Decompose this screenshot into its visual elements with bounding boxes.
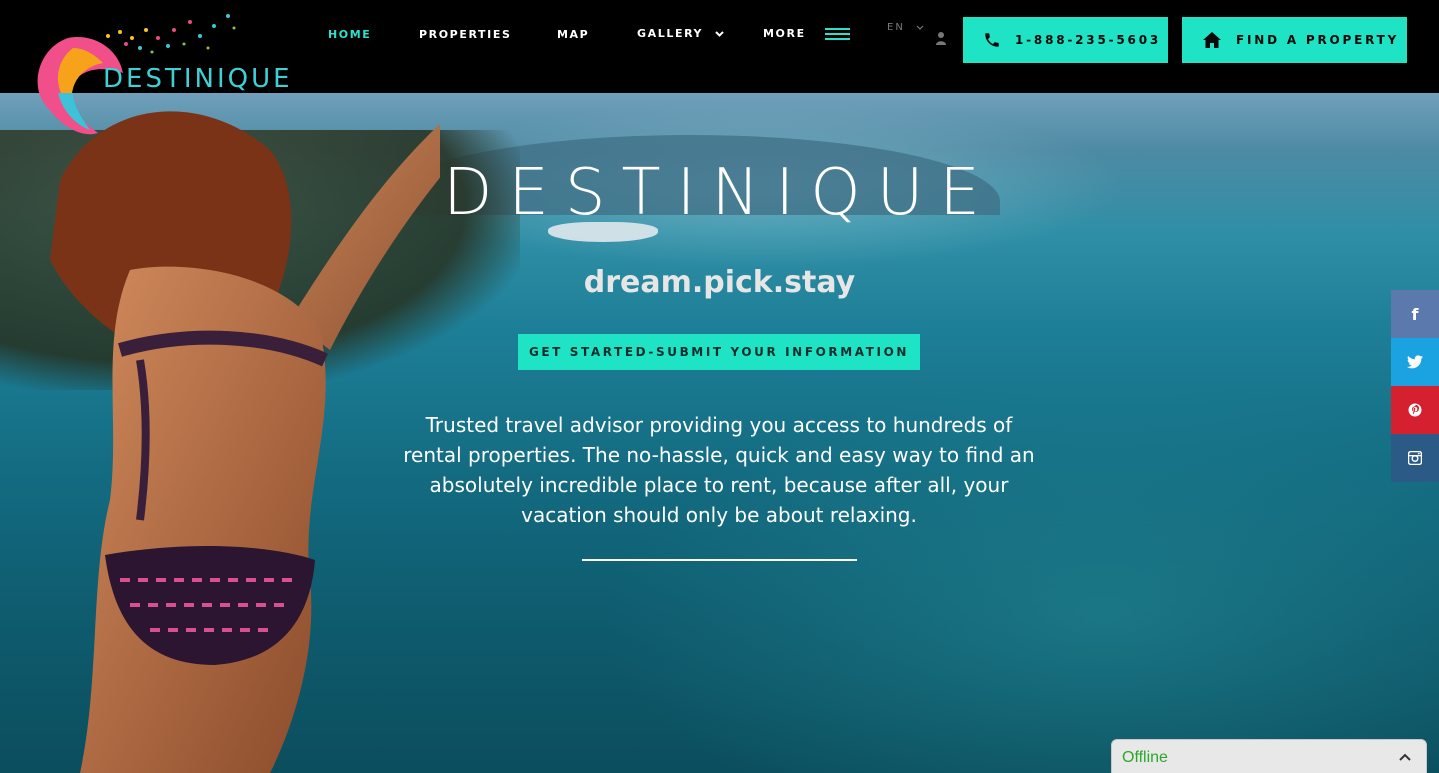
chevron-up-icon[interactable]	[1398, 750, 1412, 764]
chat-widget[interactable]: Offline	[1111, 739, 1427, 773]
top-navigation-bar: DESTINIQUE HOME PROPERTIES MAP GALLERY M…	[0, 0, 1439, 135]
nav-map[interactable]: MAP	[557, 28, 589, 41]
nav-more[interactable]: MORE	[763, 27, 851, 41]
pinterest-icon[interactable]	[1391, 386, 1439, 434]
find-property-button[interactable]: FIND A PROPERTY	[1182, 17, 1407, 63]
hero-description: Trusted travel advisor providing you acc…	[403, 413, 1035, 527]
chevron-down-icon	[714, 29, 724, 40]
get-started-button[interactable]: GET STARTED-SUBMIT YOUR INFORMATION	[518, 334, 920, 370]
chevron-down-icon	[916, 22, 924, 33]
twitter-icon[interactable]	[1391, 338, 1439, 386]
language-label: EN	[887, 22, 905, 33]
find-property-label: FIND A PROPERTY	[1236, 33, 1400, 47]
hero-title: DESTINIQUE	[443, 156, 996, 230]
hamburger-icon	[825, 27, 851, 41]
user-icon[interactable]	[934, 30, 948, 45]
phone-button[interactable]: 1-888-235-5603	[963, 17, 1168, 63]
hero-tagline: dream.pick.stay	[583, 265, 856, 300]
language-selector[interactable]: EN	[887, 22, 924, 33]
social-sidebar: f	[1391, 290, 1439, 482]
brand-logo[interactable]: DESTINIQUE	[28, 8, 290, 140]
facebook-icon[interactable]: f	[1391, 290, 1439, 338]
home-icon	[1203, 32, 1221, 48]
logo-text: DESTINIQUE	[103, 64, 293, 94]
hero-divider	[582, 559, 857, 561]
phone-number: 1-888-235-5603	[1015, 33, 1161, 47]
nav-home[interactable]: HOME	[328, 28, 371, 41]
nav-properties[interactable]: PROPERTIES	[419, 28, 511, 41]
instagram-icon[interactable]	[1391, 434, 1439, 482]
nav-gallery-label: GALLERY	[637, 27, 704, 40]
facebook-glyph: f	[1411, 304, 1419, 324]
chat-status-label: Offline	[1122, 749, 1168, 766]
phone-icon	[985, 33, 999, 47]
nav-gallery[interactable]: GALLERY	[637, 27, 724, 40]
nav-more-label: MORE	[763, 27, 806, 40]
